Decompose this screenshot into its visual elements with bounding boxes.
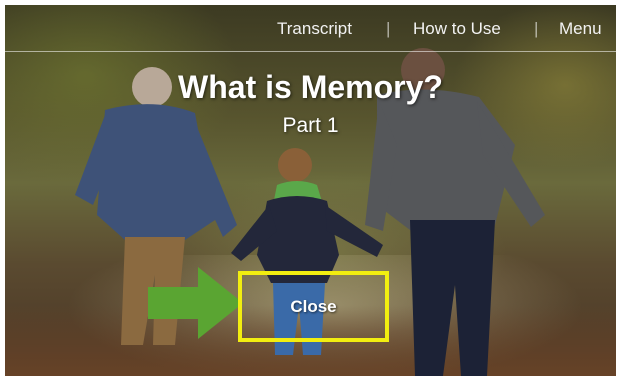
top-navigation-bar: Transcript | How to Use | Menu	[5, 5, 616, 52]
page-title: What is Memory?	[178, 69, 443, 105]
nav-separator: |	[534, 19, 539, 38]
close-button-label: Close	[290, 296, 337, 316]
nav-separator: |	[386, 19, 391, 38]
close-button[interactable]: Close	[238, 271, 389, 342]
menu-link[interactable]: Menu	[559, 19, 602, 39]
video-frame: Transcript | How to Use | Menu What is M…	[5, 5, 616, 376]
how-to-use-link[interactable]: How to Use	[413, 19, 501, 39]
arrow-right-icon	[148, 267, 243, 339]
transcript-link[interactable]: Transcript	[277, 19, 352, 39]
page-subtitle: Part 1	[282, 114, 339, 137]
